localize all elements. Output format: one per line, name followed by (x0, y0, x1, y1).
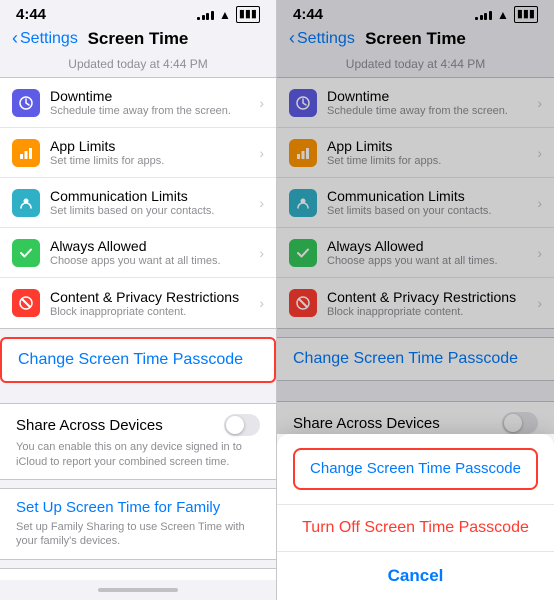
action-sheet-dim (277, 0, 554, 434)
share-row-left: Share Across Devices (16, 414, 260, 436)
status-icons-left: ▲ ▮▮▮ (197, 6, 260, 23)
back-label-left: Settings (20, 30, 78, 48)
home-indicator-left (0, 580, 276, 600)
always-allowed-icon-left (12, 239, 40, 267)
share-toggle-knob-left (226, 416, 244, 434)
comm-limits-item-left[interactable]: Communication Limits Set limits based on… (0, 178, 276, 228)
family-section-left: Set Up Screen Time for Family Set up Fam… (0, 488, 276, 560)
content-privacy-subtitle-left: Block inappropriate content. (50, 306, 253, 318)
family-desc-left: Set up Family Sharing to use Screen Time… (16, 520, 260, 549)
app-limits-chevron-left: › (259, 145, 264, 161)
downtime-title-left: Downtime (50, 88, 253, 104)
right-phone-panel: 4:44 ▲ ▮▮▮ ‹ Settings Screen Time Update… (277, 0, 554, 600)
downtime-subtitle-left: Schedule time away from the screen. (50, 105, 253, 117)
downtime-chevron-left: › (259, 95, 264, 111)
app-limits-icon-left (12, 139, 40, 167)
comm-limits-subtitle-left: Set limits based on your contacts. (50, 205, 253, 217)
share-desc-left: You can enable this on any device signed… (16, 440, 260, 469)
always-allowed-title-left: Always Allowed (50, 238, 253, 254)
change-passcode-text-left: Change Screen Time Passcode (18, 351, 243, 368)
main-settings-group-left: Downtime Schedule time away from the scr… (0, 77, 276, 329)
share-section-left: Share Across Devices You can enable this… (0, 403, 276, 480)
app-limits-title-left: App Limits (50, 138, 253, 154)
battery-icon-left: ▮▮▮ (236, 6, 260, 23)
updated-text-left: Updated today at 4:44 PM (0, 55, 276, 77)
action-sheet: Change Screen Time Passcode Turn Off Scr… (277, 434, 554, 600)
content-privacy-item-left[interactable]: Content & Privacy Restrictions Block ina… (0, 278, 276, 328)
left-phone-panel: 4:44 ▲ ▮▮▮ ‹ Settings Screen Time Update… (0, 0, 277, 600)
downtime-icon-left (12, 89, 40, 117)
app-limits-subtitle-left: Set time limits for apps. (50, 155, 253, 167)
comm-limits-title-left: Communication Limits (50, 188, 253, 204)
family-btn-text-left[interactable]: Set Up Screen Time for Family (16, 499, 260, 516)
always-allowed-chevron-left: › (259, 245, 264, 261)
action-turn-off-label: Turn Off Screen Time Passcode (302, 519, 529, 536)
always-allowed-item-left[interactable]: Always Allowed Choose apps you want at a… (0, 228, 276, 278)
share-toggle-left[interactable] (224, 414, 260, 436)
back-button-left[interactable]: ‹ Settings (12, 29, 78, 49)
scroll-content-left: Downtime Schedule time away from the scr… (0, 77, 276, 580)
comm-limits-icon-left (12, 189, 40, 217)
action-cancel-btn[interactable]: Cancel (277, 552, 554, 600)
home-bar-left (98, 588, 178, 592)
comm-limits-chevron-left: › (259, 195, 264, 211)
wifi-icon-left: ▲ (219, 8, 231, 22)
content-privacy-title-left: Content & Privacy Restrictions (50, 289, 253, 305)
change-passcode-btn-left[interactable]: Change Screen Time Passcode (0, 337, 276, 383)
nav-title-left: Screen Time (88, 29, 189, 49)
app-limits-item-left[interactable]: App Limits Set time limits for apps. › (0, 128, 276, 178)
action-cancel-label: Cancel (388, 566, 444, 585)
downtime-item-left[interactable]: Downtime Schedule time away from the scr… (0, 78, 276, 128)
status-time-left: 4:44 (16, 6, 46, 23)
back-chevron-left: ‹ (12, 28, 18, 49)
action-turn-off-passcode-btn[interactable]: Turn Off Screen Time Passcode (277, 505, 554, 552)
share-title-left: Share Across Devices (16, 417, 163, 434)
action-sheet-overlay: Change Screen Time Passcode Turn Off Scr… (277, 434, 554, 600)
action-change-label: Change Screen Time Passcode (310, 460, 521, 477)
content-privacy-icon-left (12, 289, 40, 317)
nav-bar-left: ‹ Settings Screen Time (0, 25, 276, 55)
turn-off-section-left: Turn Off Screen Time (0, 568, 276, 580)
always-allowed-subtitle-left: Choose apps you want at all times. (50, 255, 253, 267)
content-privacy-chevron-left: › (259, 295, 264, 311)
action-change-passcode-btn[interactable]: Change Screen Time Passcode (277, 434, 554, 505)
signal-icon-left (197, 10, 214, 20)
status-bar-left: 4:44 ▲ ▮▮▮ (0, 0, 276, 25)
